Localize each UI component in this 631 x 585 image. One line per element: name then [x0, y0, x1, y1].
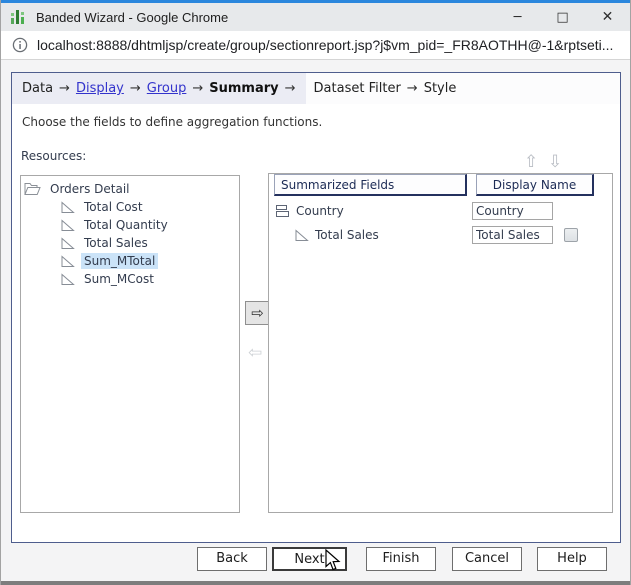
field-icon: [61, 254, 75, 267]
finish-button[interactable]: Finish: [366, 547, 436, 571]
breadcrumb-future-steps: Dataset Filter → Style: [305, 73, 620, 104]
summarized-fields-header[interactable]: Summarized Fields: [274, 174, 467, 196]
window-title: Banded Wizard - Google Chrome: [36, 9, 229, 25]
summarized-field-label[interactable]: Country: [296, 204, 344, 218]
tree-node-label-selected[interactable]: Sum_MTotal: [81, 253, 159, 269]
window-controls: ─ □ ✕: [495, 3, 630, 31]
breadcrumb-step-data: Data: [22, 81, 54, 96]
display-name-input-country[interactable]: [472, 202, 553, 220]
tree-node-label[interactable]: Total Quantity: [81, 217, 171, 233]
group-icon: [276, 205, 289, 217]
wizard-panel: Data → Display → Group → Summary → Datas…: [11, 72, 621, 543]
app-favicon: [11, 10, 24, 24]
breadcrumb-step-dataset-filter: Dataset Filter: [313, 81, 401, 96]
breadcrumb-arrow: →: [406, 81, 418, 96]
tree-node-total-quantity[interactable]: Total Quantity: [21, 216, 239, 234]
field-icon: [295, 228, 309, 241]
breadcrumb-step-display[interactable]: Display: [76, 81, 124, 96]
breadcrumb-step-summary: Summary: [209, 81, 279, 96]
tree-node-label[interactable]: Orders Detail: [47, 181, 133, 197]
resources-tree-panel: Orders Detail Total Cost Total Quantity: [20, 175, 240, 513]
tree-node-total-sales[interactable]: Total Sales: [21, 234, 239, 252]
open-folder-icon: [24, 183, 41, 195]
tree-node-orders-detail[interactable]: Orders Detail: [21, 180, 239, 198]
browser-window: Banded Wizard - Google Chrome ─ □ ✕ loca…: [0, 0, 631, 585]
maximize-button[interactable]: □: [540, 3, 585, 31]
move-up-icon[interactable]: ⇧: [524, 153, 538, 171]
tree-node-label[interactable]: Sum_MCost: [81, 271, 157, 287]
title-bar[interactable]: Banded Wizard - Google Chrome ─ □ ✕: [1, 3, 630, 31]
move-down-icon[interactable]: ⇩: [548, 153, 562, 171]
minimize-button[interactable]: ─: [495, 3, 540, 31]
tree-node-sum-mtotal[interactable]: Sum_MTotal: [21, 252, 239, 270]
help-button[interactable]: Help: [537, 547, 607, 571]
breadcrumb-step-group[interactable]: Group: [147, 81, 187, 96]
breadcrumb-arrow: →: [129, 81, 141, 96]
summarized-fields-panel: Summarized Fields Display Name Country T…: [268, 173, 613, 513]
resources-label: Resources:: [21, 149, 87, 163]
display-name-header[interactable]: Display Name: [476, 174, 594, 196]
tree-node-sum-mcost[interactable]: Sum_MCost: [21, 270, 239, 288]
tree-node-label[interactable]: Total Cost: [81, 199, 146, 215]
url-text[interactable]: localhost:8888/dhtmljsp/create/group/sec…: [37, 37, 613, 53]
field-icon: [61, 236, 75, 249]
table-row: Country: [269, 202, 612, 220]
breadcrumb-arrow: →: [59, 81, 70, 96]
distinct-checkbox[interactable]: [564, 228, 578, 242]
display-name-input-total-sales[interactable]: [472, 226, 553, 244]
next-button[interactable]: Next: [272, 547, 347, 571]
field-icon: [61, 200, 75, 213]
table-row: Total Sales: [269, 226, 612, 244]
instruction-text: Choose the fields to define aggregation …: [22, 115, 323, 129]
breadcrumb-arrow: →: [284, 81, 296, 96]
cancel-button[interactable]: Cancel: [452, 547, 522, 571]
window-bottom-edge: [1, 581, 630, 585]
back-button[interactable]: Back: [197, 547, 267, 571]
table-header-row: Summarized Fields Display Name: [269, 174, 612, 196]
field-icon: [61, 218, 75, 231]
address-bar[interactable]: localhost:8888/dhtmljsp/create/group/sec…: [1, 31, 630, 60]
breadcrumb-arrow: →: [192, 81, 204, 96]
breadcrumb: Data → Display → Group → Summary → Datas…: [12, 73, 620, 104]
tree-node-total-cost[interactable]: Total Cost: [21, 198, 239, 216]
summarized-field-label[interactable]: Total Sales: [315, 228, 379, 242]
breadcrumb-step-style: Style: [423, 81, 457, 96]
close-button[interactable]: ✕: [585, 3, 630, 31]
remove-field-icon-disabled: ⇦: [248, 343, 263, 363]
tree-node-label[interactable]: Total Sales: [81, 235, 151, 251]
field-icon: [61, 272, 75, 285]
add-field-button[interactable]: ⇨: [245, 301, 270, 325]
page-info-icon[interactable]: [12, 37, 28, 53]
resources-tree: Orders Detail Total Cost Total Quantity: [21, 176, 239, 288]
